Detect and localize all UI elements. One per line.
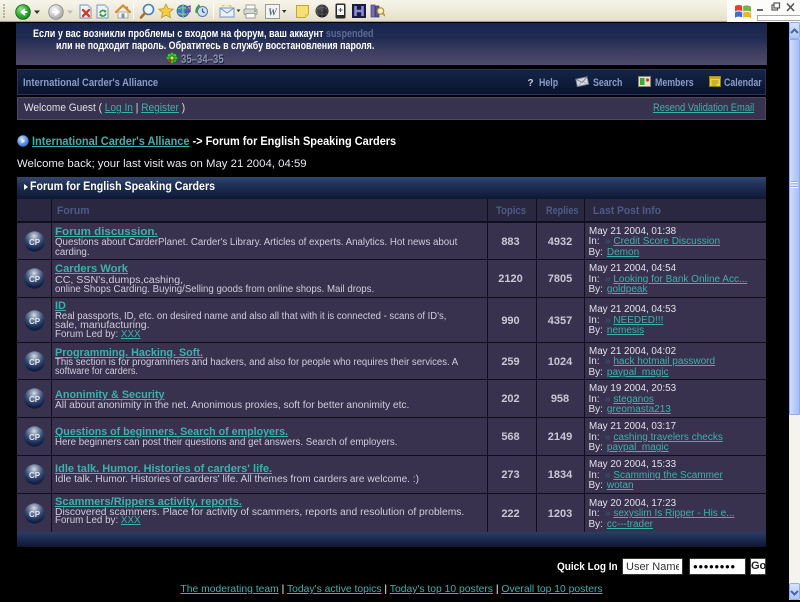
svg-text:W: W: [268, 8, 278, 19]
svg-text:?: ?: [527, 78, 533, 88]
svg-text:CP: CP: [29, 275, 41, 284]
svg-text:CP: CP: [29, 471, 41, 480]
svg-text:CP: CP: [29, 317, 41, 326]
svg-text:CP: CP: [29, 395, 41, 404]
svg-text:CP: CP: [29, 510, 41, 519]
svg-text:CP: CP: [29, 433, 41, 442]
svg-text:CP: CP: [29, 358, 41, 367]
svg-text:CP: CP: [29, 238, 41, 247]
